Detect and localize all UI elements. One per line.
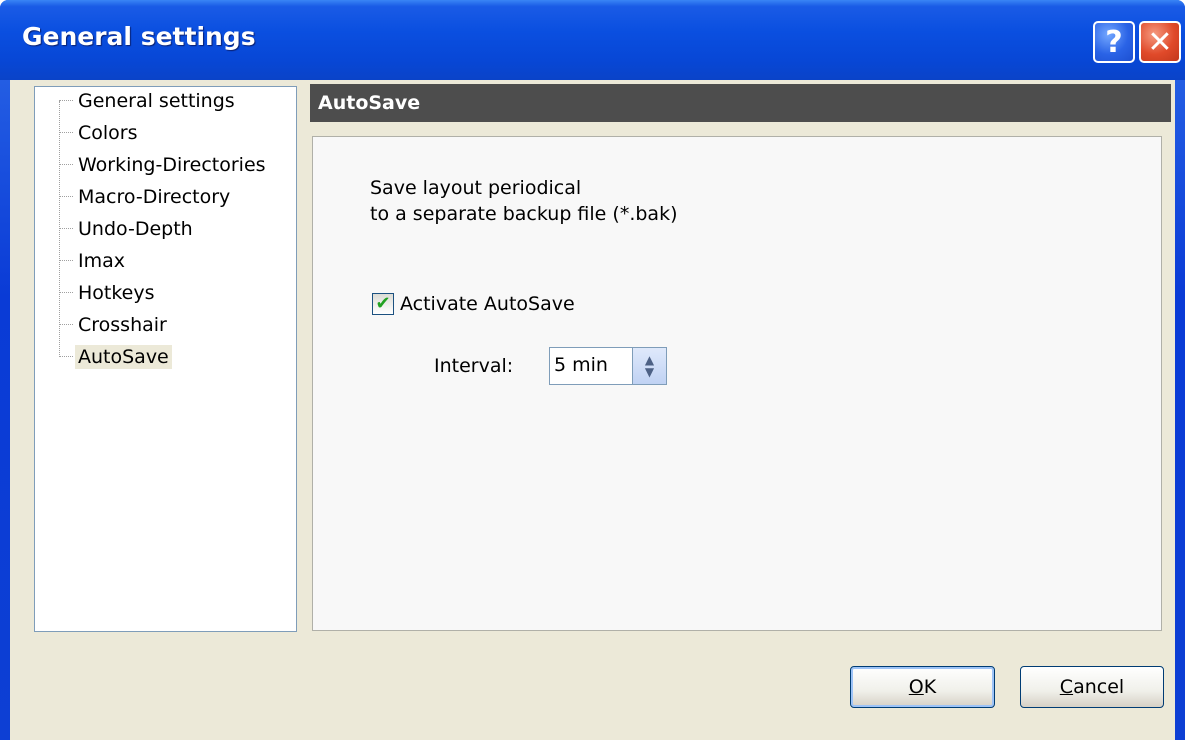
interval-label: Interval:: [434, 355, 514, 377]
tree-item-label: Working-Directories: [78, 154, 266, 176]
tree-item-autosave[interactable]: AutoSave: [35, 343, 172, 371]
close-icon: ✕: [1147, 24, 1173, 60]
tree-item-general-settings[interactable]: General settings: [35, 87, 238, 115]
activate-autosave-checkbox[interactable]: ✔: [372, 293, 394, 315]
tree-item-label: Colors: [78, 122, 138, 144]
dialog-client-area: General settings Colors Working-Director…: [10, 80, 1175, 740]
description-line-1: Save layout periodical: [370, 177, 582, 199]
cancel-mnemonic: C: [1059, 676, 1074, 698]
tree-item-hotkeys[interactable]: Hotkeys: [35, 279, 158, 307]
tree-item-label: Hotkeys: [78, 282, 155, 304]
cancel-button[interactable]: Cancel: [1020, 666, 1164, 708]
settings-tree[interactable]: General settings Colors Working-Director…: [34, 86, 297, 632]
interval-spinner[interactable]: ▲ ▼: [633, 347, 667, 385]
description-line-2: to a separate backup file (*.bak): [370, 203, 678, 225]
help-icon: ?: [1105, 24, 1123, 60]
ok-mnemonic: O: [908, 676, 924, 698]
tree-item-undo-depth[interactable]: Undo-Depth: [35, 215, 196, 243]
help-button[interactable]: ?: [1093, 21, 1135, 63]
ok-button[interactable]: OK: [850, 666, 995, 708]
ok-label-rest: K: [923, 676, 937, 698]
tree-item-imax[interactable]: Imax: [35, 247, 128, 275]
section-title: AutoSave: [318, 92, 421, 114]
cancel-label-rest: ancel: [1073, 676, 1125, 698]
tree-item-label: Imax: [78, 250, 125, 272]
tree-item-label: Macro-Directory: [78, 186, 231, 208]
tree-item-macro-directory[interactable]: Macro-Directory: [35, 183, 233, 211]
tree-item-label: General settings: [78, 90, 235, 112]
tree-item-colors[interactable]: Colors: [35, 119, 141, 147]
autosave-panel: Save layout periodical to a separate bac…: [312, 136, 1162, 631]
checkmark-icon: ✔: [375, 293, 391, 314]
interval-input[interactable]: 5 min: [549, 347, 633, 385]
activate-autosave-label[interactable]: Activate AutoSave: [400, 293, 575, 315]
title-bar[interactable]: General settings ? ✕: [0, 0, 1185, 80]
section-header: AutoSave: [310, 84, 1171, 122]
tree-item-label: Undo-Depth: [78, 218, 193, 240]
tree-item-label: AutoSave: [75, 345, 172, 369]
tree-item-label: Crosshair: [78, 314, 167, 336]
spin-down-icon[interactable]: ▼: [645, 366, 654, 378]
tree-item-working-directories[interactable]: Working-Directories: [35, 151, 269, 179]
dialog-window: General settings ? ✕ General settings Co…: [0, 0, 1185, 740]
tree-item-crosshair[interactable]: Crosshair: [35, 311, 170, 339]
window-title: General settings: [22, 22, 256, 51]
close-button[interactable]: ✕: [1139, 21, 1181, 63]
